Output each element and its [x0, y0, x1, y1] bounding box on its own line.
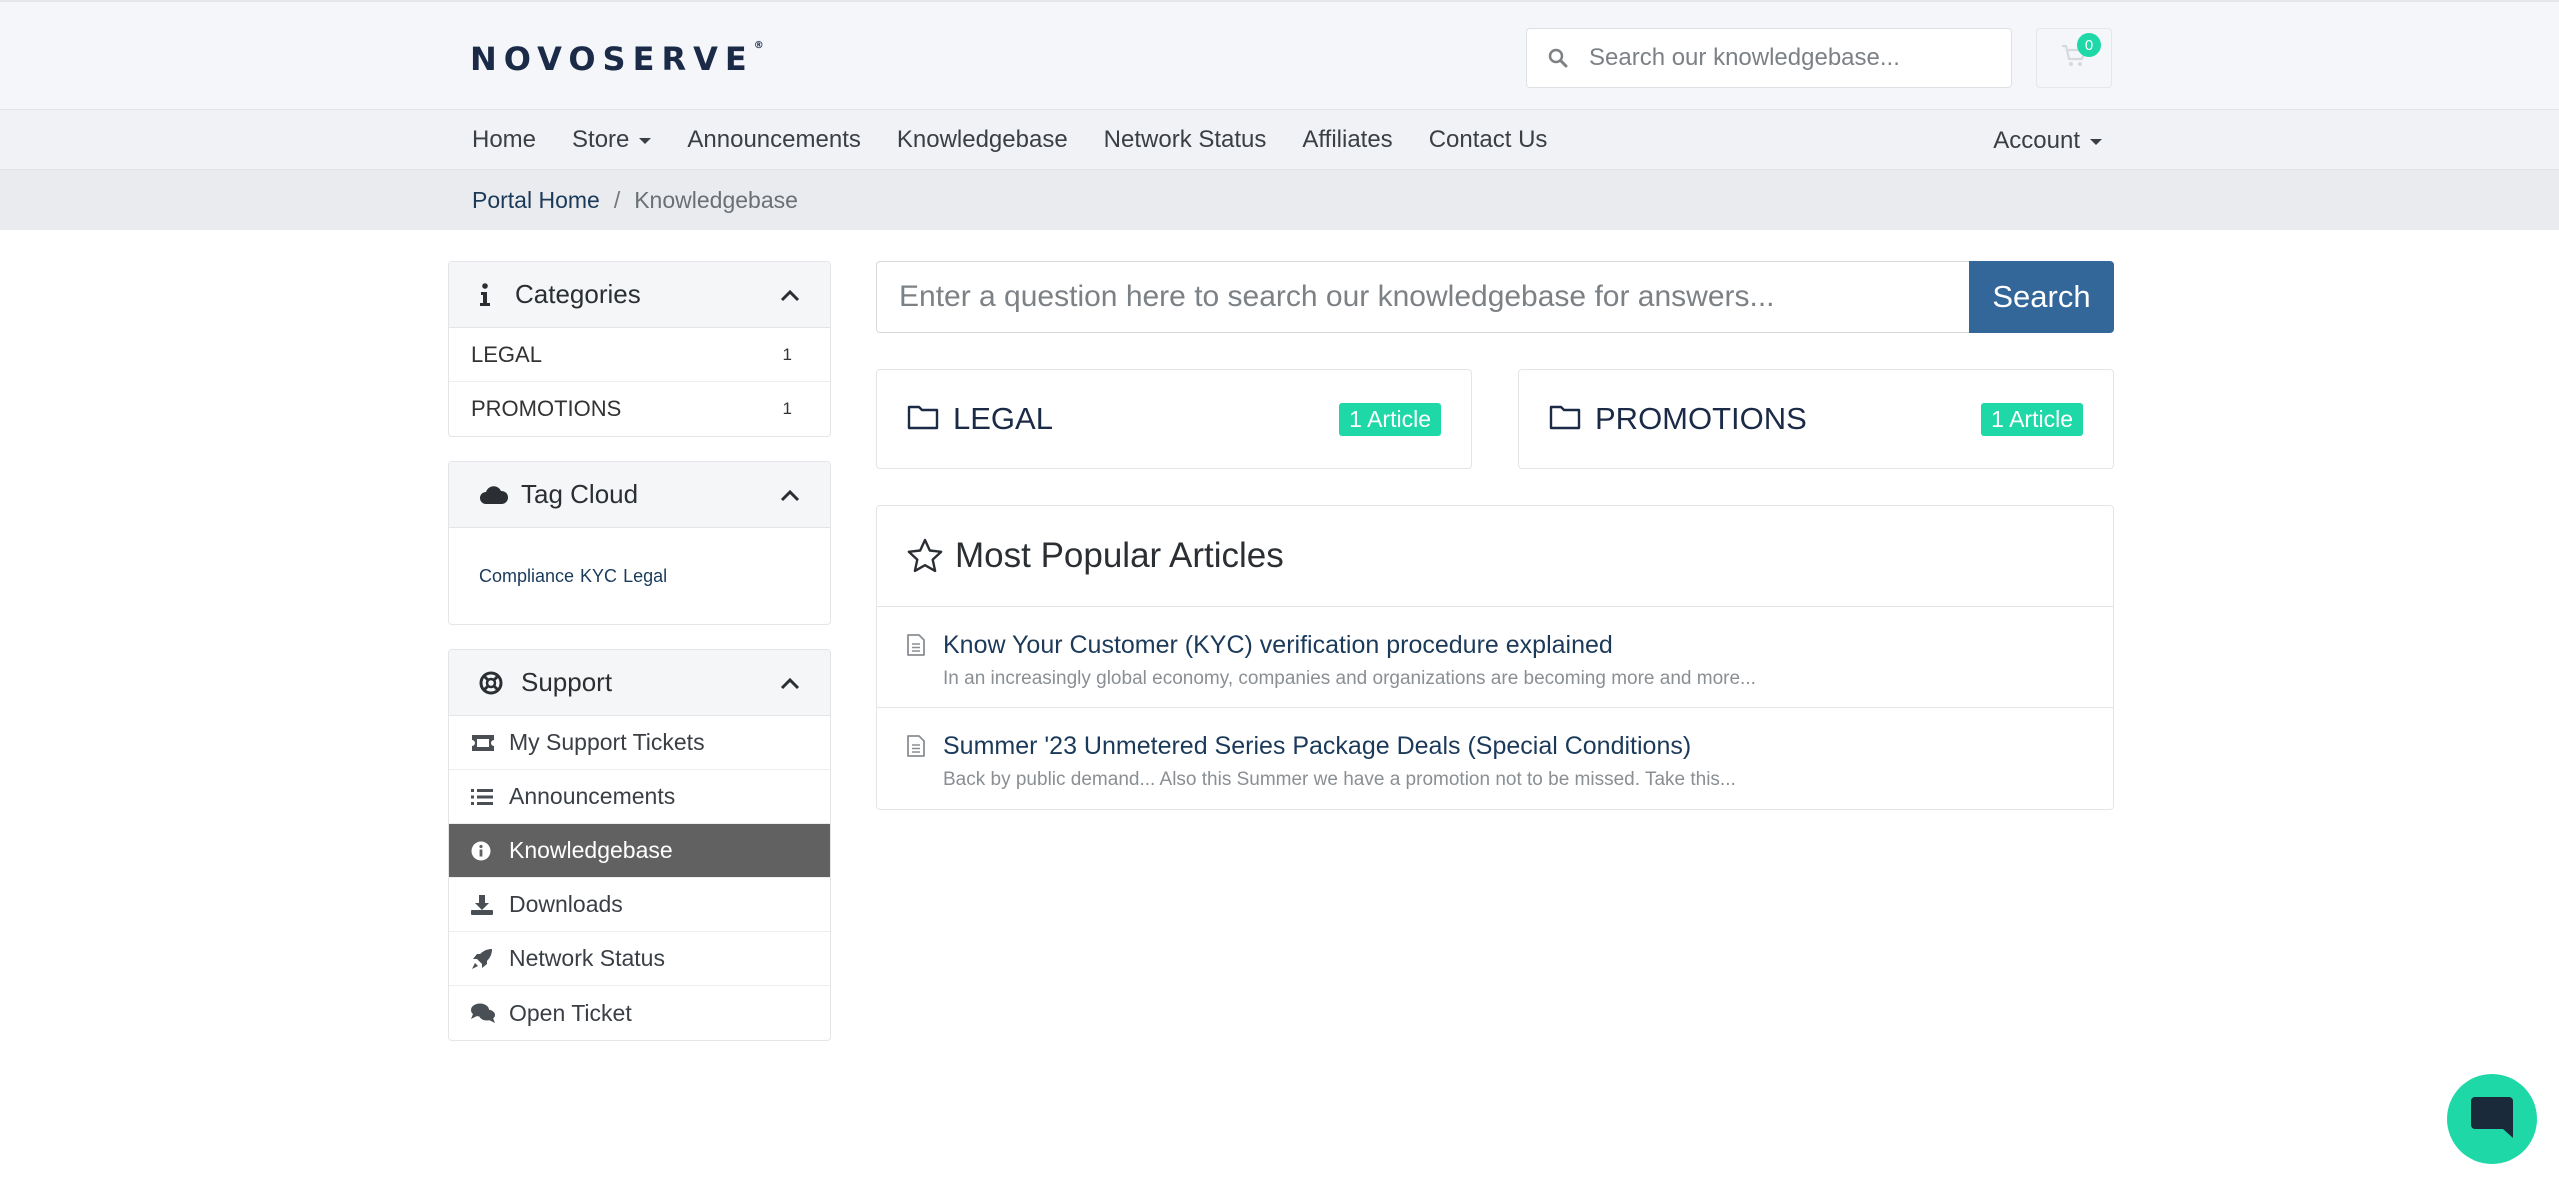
- folder-icon: [907, 404, 939, 435]
- cart-button[interactable]: 0: [2036, 28, 2112, 88]
- support-panel: Support My Support Tickets Announcements…: [448, 649, 831, 1041]
- main-nav: Home Store Announcements Knowledgebase N…: [0, 110, 2559, 170]
- tag-legal[interactable]: Legal: [623, 566, 667, 587]
- article-text: Know Your Customer (KYC) verification pr…: [943, 631, 1756, 707]
- support-item-label: Downloads: [509, 891, 623, 917]
- info-circle-icon: [471, 841, 509, 861]
- support-item-knowledgebase[interactable]: Knowledgebase: [449, 824, 830, 878]
- article-count-badge: 1 Article: [1339, 402, 1441, 436]
- breadcrumb: Portal Home / Knowledgebase: [0, 170, 2559, 230]
- document-icon: [907, 631, 943, 707]
- nav-contact-us[interactable]: Contact Us: [1429, 126, 1548, 154]
- tag-compliance[interactable]: Compliance: [479, 566, 574, 587]
- support-item-label: Open Ticket: [509, 999, 632, 1026]
- support-item-downloads[interactable]: Downloads: [449, 878, 830, 932]
- chevron-down-icon: [2090, 138, 2102, 145]
- search-button[interactable]: Search: [1969, 261, 2114, 333]
- nav-home[interactable]: Home: [472, 126, 536, 154]
- brand-logo[interactable]: NOVOSERVE®: [470, 40, 764, 78]
- search-icon: [1527, 48, 1589, 68]
- nav-knowledgebase[interactable]: Knowledgebase: [897, 126, 1068, 154]
- chevron-up-icon[interactable]: [780, 667, 800, 698]
- nav-store-label: Store: [572, 126, 630, 153]
- chevron-down-icon: [639, 137, 652, 144]
- breadcrumb-separator: /: [613, 186, 621, 213]
- category-card-name: LEGAL: [953, 401, 1053, 436]
- most-popular-title: Most Popular Articles: [955, 536, 1284, 575]
- support-item-network-status[interactable]: Network Status: [449, 932, 830, 986]
- header-search-placeholder: Search our knowledgebase...: [1589, 44, 1900, 71]
- article-title[interactable]: Know Your Customer (KYC) verification pr…: [943, 631, 1756, 660]
- cart-count-badge: 0: [2077, 33, 2101, 57]
- article-title[interactable]: Summer '23 Unmetered Series Package Deal…: [943, 732, 1736, 761]
- categories-title: Categories: [515, 279, 641, 309]
- tag-cloud-panel: Tag Cloud Compliance KYC Legal: [448, 461, 831, 625]
- category-card-name: PROMOTIONS: [1595, 401, 1807, 436]
- cloud-icon: [479, 485, 521, 505]
- article-excerpt: Back by public demand... Also this Summe…: [943, 769, 1736, 790]
- ticket-icon: [471, 734, 509, 752]
- sidebar: Categories LEGAL 1 PROMOTIONS 1 Tag Clou…: [448, 261, 831, 1065]
- category-label: LEGAL: [471, 341, 542, 367]
- nav-store[interactable]: Store: [572, 126, 652, 154]
- knowledgebase-search: Enter a question here to search our know…: [876, 261, 2114, 333]
- life-ring-icon: [479, 671, 521, 695]
- support-item-label: Announcements: [509, 783, 676, 809]
- support-item-label: Network Status: [509, 945, 665, 971]
- category-label: PROMOTIONS: [471, 396, 622, 421]
- categories-panel-header[interactable]: Categories: [449, 262, 830, 328]
- site-header: NOVOSERVE® Search our knowledgebase... 0: [0, 0, 2559, 110]
- list-icon: [471, 788, 509, 806]
- star-icon: [907, 538, 943, 574]
- category-card-promotions[interactable]: PROMOTIONS 1 Article: [1518, 369, 2114, 469]
- nav-network-status[interactable]: Network Status: [1104, 126, 1267, 154]
- nav-account[interactable]: Account: [1993, 127, 2102, 155]
- chat-bubble-icon: [2469, 1095, 2515, 1144]
- tag-kyc[interactable]: KYC: [580, 566, 617, 587]
- chevron-up-icon[interactable]: [780, 279, 800, 310]
- nav-account-label: Account: [1993, 127, 2080, 154]
- categories-panel: Categories LEGAL 1 PROMOTIONS 1: [448, 261, 831, 437]
- support-panel-header[interactable]: Support: [449, 650, 830, 716]
- article-item[interactable]: Know Your Customer (KYC) verification pr…: [877, 607, 2113, 708]
- category-count: 1: [782, 344, 792, 364]
- info-icon: [479, 282, 515, 307]
- most-popular-header: Most Popular Articles: [877, 506, 2113, 607]
- folder-icon: [1549, 404, 1581, 435]
- most-popular-articles: Most Popular Articles Know Your Customer…: [876, 505, 2114, 810]
- category-count: 1: [782, 399, 792, 418]
- knowledgebase-search-input[interactable]: Enter a question here to search our know…: [876, 261, 1969, 333]
- article-item[interactable]: Summer '23 Unmetered Series Package Deal…: [877, 708, 2113, 809]
- category-cards: LEGAL 1 Article PROMOTIONS 1 Article: [876, 369, 2114, 469]
- article-excerpt: In an increasingly global economy, compa…: [943, 668, 1756, 689]
- tag-cloud-title: Tag Cloud: [521, 479, 639, 509]
- comments-icon: [471, 1003, 509, 1023]
- support-item-my-support-tickets[interactable]: My Support Tickets: [449, 716, 830, 770]
- main-content: Enter a question here to search our know…: [876, 261, 2114, 810]
- support-item-label: Knowledgebase: [509, 837, 673, 863]
- category-card-legal[interactable]: LEGAL 1 Article: [876, 369, 1472, 469]
- category-item-promotions[interactable]: PROMOTIONS 1: [449, 382, 830, 436]
- article-count-badge: 1 Article: [1981, 402, 2083, 436]
- rocket-icon: [471, 948, 509, 970]
- breadcrumb-home[interactable]: Portal Home: [472, 187, 600, 214]
- breadcrumb-current: Knowledgebase: [634, 186, 798, 213]
- tag-cloud-panel-header[interactable]: Tag Cloud: [449, 462, 830, 528]
- chevron-up-icon[interactable]: [780, 479, 800, 510]
- nav-announcements[interactable]: Announcements: [687, 126, 860, 154]
- support-title: Support: [521, 667, 613, 697]
- support-item-open-ticket[interactable]: Open Ticket: [449, 986, 830, 1040]
- header-search-input[interactable]: Search our knowledgebase...: [1526, 28, 2012, 88]
- support-item-label: My Support Tickets: [509, 729, 705, 755]
- chat-widget-button[interactable]: [2447, 1074, 2537, 1164]
- knowledgebase-search-placeholder: Enter a question here to search our know…: [899, 280, 1775, 313]
- document-icon: [907, 732, 943, 809]
- download-icon: [471, 894, 509, 915]
- article-text: Summer '23 Unmetered Series Package Deal…: [943, 732, 1736, 809]
- category-item-legal[interactable]: LEGAL 1: [449, 328, 830, 382]
- support-item-announcements[interactable]: Announcements: [449, 770, 830, 824]
- nav-affiliates[interactable]: Affiliates: [1302, 126, 1392, 154]
- tag-cloud-body: Compliance KYC Legal: [449, 528, 830, 624]
